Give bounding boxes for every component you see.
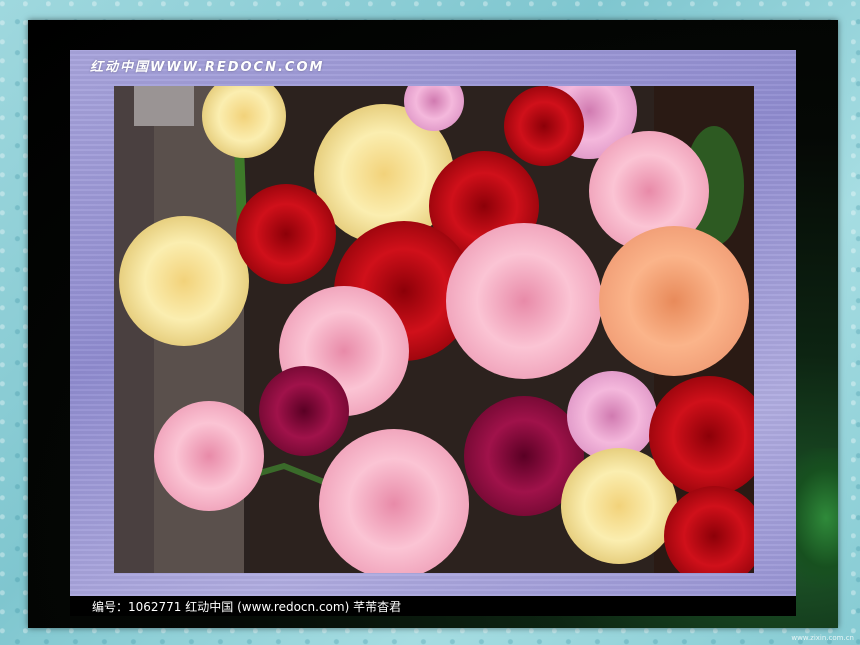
carnation-photo — [114, 86, 754, 573]
photo-mat: 红动中国WWW.REDOCN.COM — [70, 50, 796, 596]
watermark-text: 红动中国WWW.REDOCN.COM — [90, 60, 325, 75]
caption-text: 编号：1062771 红动中国 (www.redocn.com) 芊芾杳君 — [92, 600, 402, 614]
caption-bar: 编号：1062771 红动中国 (www.redocn.com) 芊芾杳君 — [70, 596, 796, 616]
corner-watermark: www.zixin.com.cn — [791, 634, 854, 642]
carnation-bouquet-image — [114, 86, 754, 573]
